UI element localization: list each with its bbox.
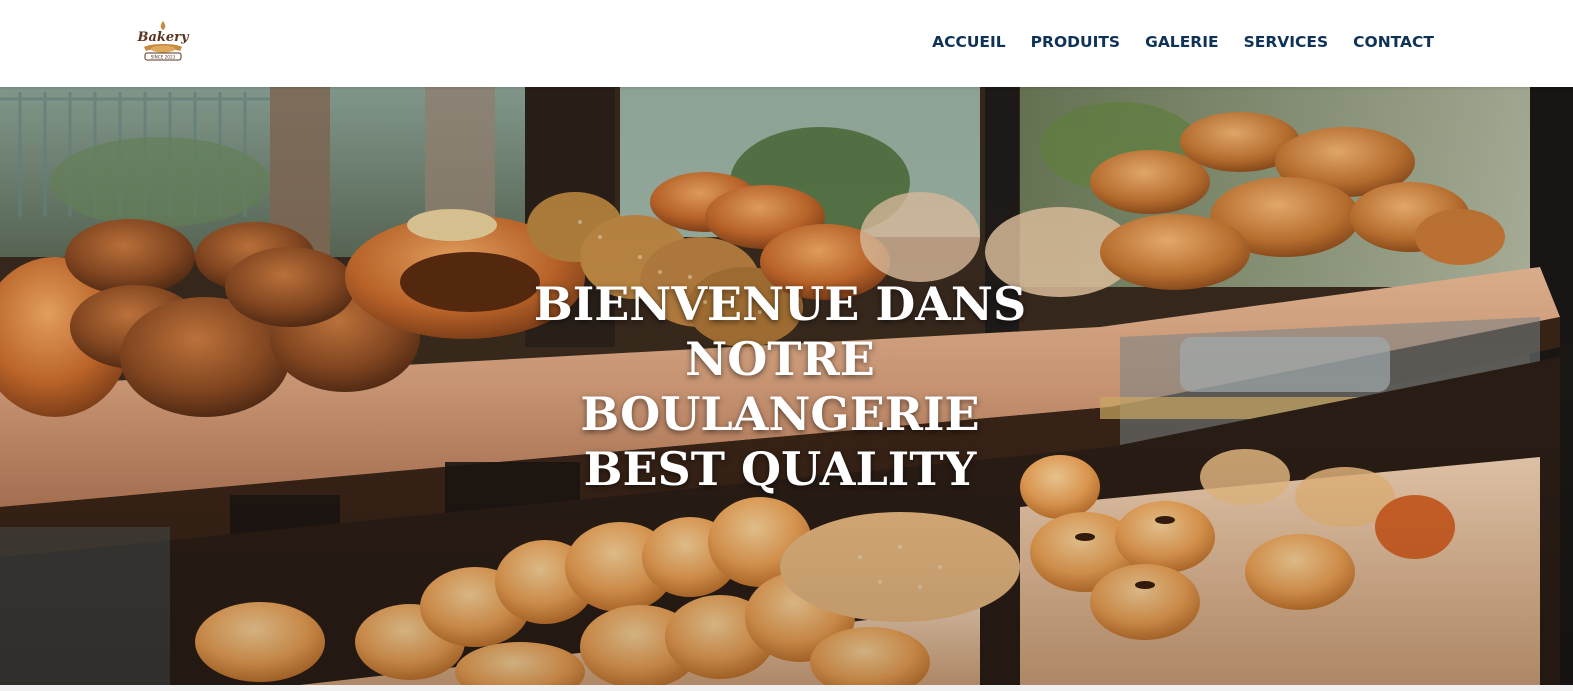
nav-link-contact[interactable]: CONTACT <box>1353 30 1434 54</box>
page-bottom-edge <box>0 685 1573 691</box>
nav-link-services[interactable]: SERVICES <box>1244 30 1329 54</box>
logo-wordmark: Bakery <box>136 30 190 45</box>
hero-title: BIENVENUE DANS NOTRE BOULANGERIE BEST QU… <box>533 277 1027 496</box>
top-navbar: Bakery SINCE 2023 ACCUEIL PRODUITS GALER… <box>0 0 1573 87</box>
main-nav: ACCUEIL PRODUITS GALERIE SERVICES CONTAC… <box>907 30 1434 54</box>
logo-subtext: SINCE 2023 <box>151 55 176 60</box>
nav-link-produits[interactable]: PRODUITS <box>1031 30 1120 54</box>
nav-link-accueil[interactable]: ACCUEIL <box>932 30 1006 54</box>
hero-banner: BIENVENUE DANS NOTRE BOULANGERIE BEST QU… <box>0 87 1573 685</box>
bakery-logo[interactable]: Bakery SINCE 2023 <box>136 19 190 65</box>
nav-link-galerie[interactable]: GALERIE <box>1145 30 1218 54</box>
